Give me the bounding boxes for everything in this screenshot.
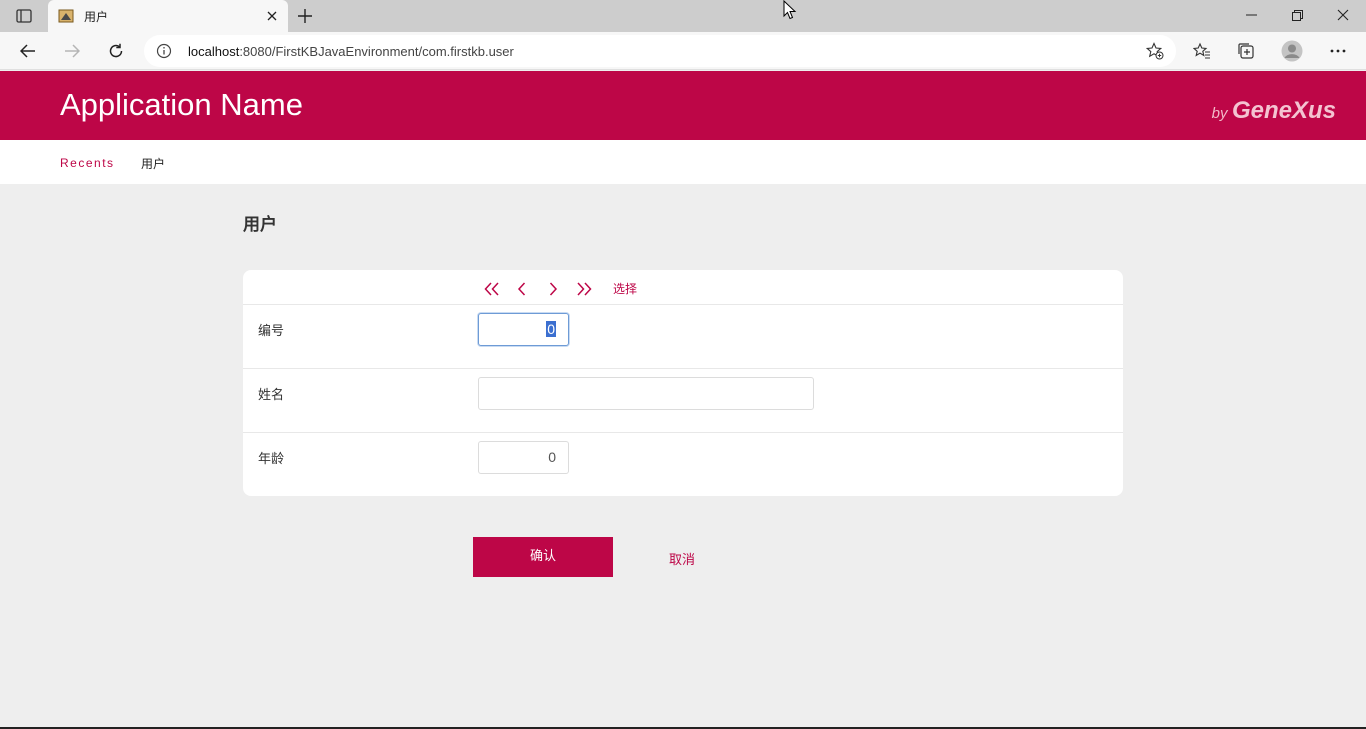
url-path: :8080/FirstKBJavaEnvironment/com.firstkb… [239, 44, 514, 59]
browser-toolbar: localhost:8080/FirstKBJavaEnvironment/co… [0, 32, 1366, 70]
id-input-value: 0 [546, 321, 556, 337]
previous-record-icon[interactable] [513, 280, 531, 298]
page-favicon-icon [58, 8, 74, 24]
refresh-icon[interactable] [101, 36, 131, 66]
id-input[interactable]: 0 [478, 313, 569, 346]
name-input[interactable] [478, 377, 814, 410]
name-label: 姓名 [258, 388, 285, 403]
restore-icon[interactable] [1274, 0, 1320, 30]
breadcrumb-recents[interactable]: Recents [60, 156, 115, 170]
id-label: 编号 [258, 324, 285, 339]
brand-by: by [1211, 105, 1228, 122]
browser-tab-bar: 用户 [0, 0, 1366, 32]
close-window-icon[interactable] [1320, 0, 1366, 30]
breadcrumb: Recents 用户 [0, 140, 1366, 184]
age-label: 年龄 [258, 452, 285, 467]
next-record-icon[interactable] [544, 280, 562, 298]
tab-actions-icon[interactable] [8, 4, 40, 28]
first-record-icon[interactable] [483, 280, 501, 298]
mouse-cursor-icon [783, 0, 797, 20]
url-host: localhost [188, 44, 240, 59]
collections-icon[interactable] [1231, 36, 1261, 66]
page-title: 用户 [243, 215, 277, 235]
profile-avatar-icon[interactable] [1277, 36, 1307, 66]
app-name: Application Name [60, 87, 303, 122]
form-row-age: 年龄 0 [243, 433, 1123, 497]
cancel-button[interactable]: 取消 [669, 549, 695, 568]
age-input[interactable]: 0 [478, 441, 569, 474]
add-favorite-icon[interactable] [1145, 42, 1164, 60]
form-row-name: 姓名 [243, 369, 1123, 433]
favorites-icon[interactable] [1187, 36, 1217, 66]
close-tab-icon[interactable] [264, 8, 280, 24]
confirm-button[interactable]: 确认 [473, 537, 613, 577]
more-menu-icon[interactable] [1323, 36, 1353, 66]
form-card: 选择 编号 0 姓名 年龄 0 [243, 270, 1123, 496]
last-record-icon[interactable] [575, 280, 593, 298]
tab-title: 用户 [84, 10, 109, 24]
select-link[interactable]: 选择 [613, 280, 637, 297]
address-bar[interactable]: localhost:8080/FirstKBJavaEnvironment/co… [144, 35, 1176, 67]
forward-icon[interactable] [57, 36, 87, 66]
app-header: Application Name by GeneXus [0, 71, 1366, 140]
browser-tab[interactable]: 用户 [48, 0, 288, 32]
site-info-icon[interactable] [156, 43, 172, 59]
new-tab-icon[interactable] [292, 4, 318, 28]
url-text: localhost:8080/FirstKBJavaEnvironment/co… [188, 44, 514, 59]
form-row-id: 编号 0 [243, 305, 1123, 369]
back-icon[interactable] [13, 36, 43, 66]
genexus-logo: by GeneXus [1212, 97, 1336, 125]
minimize-icon[interactable] [1228, 0, 1274, 30]
brand-name: GeneXus [1231, 97, 1336, 124]
record-navigation: 选择 [243, 270, 1123, 305]
breadcrumb-current[interactable]: 用户 [141, 155, 165, 172]
